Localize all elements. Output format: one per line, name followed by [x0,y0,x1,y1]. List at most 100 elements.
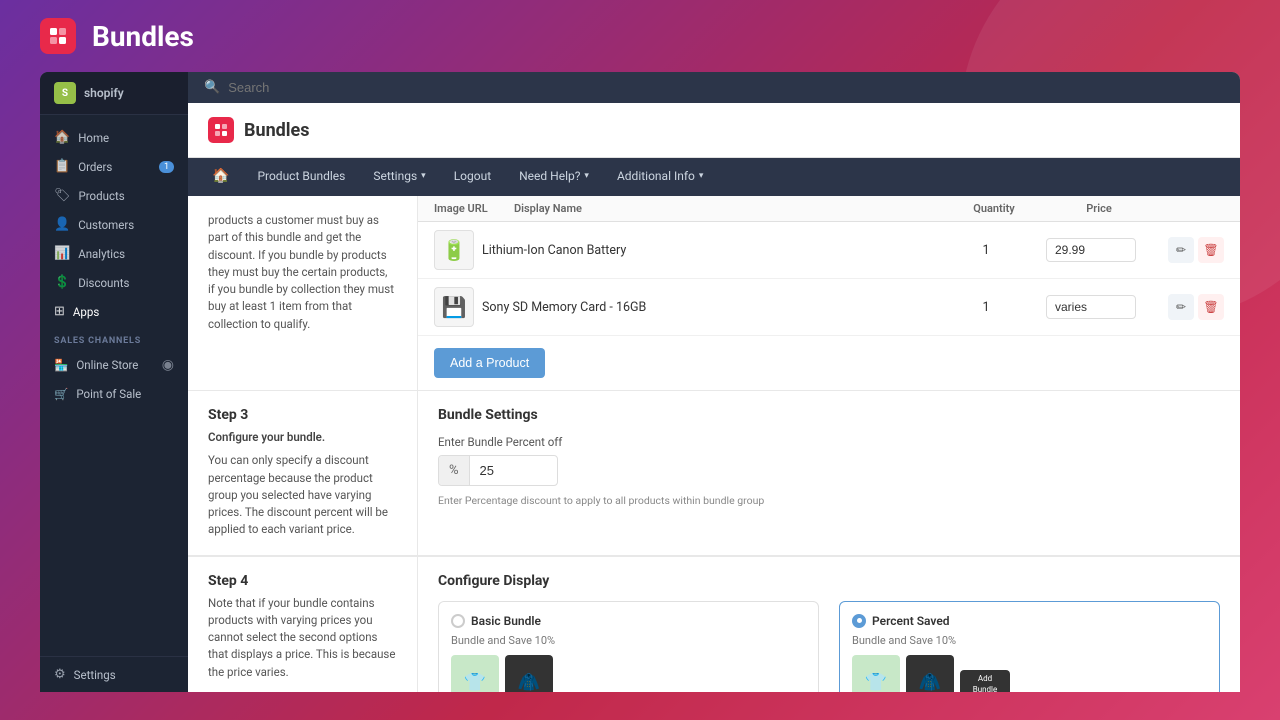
sidebar-item-orders[interactable]: 📋 Orders 1 [40,152,188,181]
app-title: Bundles [92,20,194,53]
price-input-2[interactable] [1046,295,1136,319]
step4-left: Step 4 Note that if your bundle contains… [188,557,418,693]
percent-saved-radio[interactable] [852,614,866,628]
sidebar-item-label: Apps [73,305,99,319]
products-table-header: Image URL Display Name Quantity Price [418,196,1240,222]
settings-icon: ⚙ [54,667,66,682]
bundle-settings-panel: Bundle Settings Enter Bundle Percent off… [418,391,1240,555]
step3-title: Step 3 [208,407,397,423]
pos-icon: 🛒 [54,387,68,401]
display-options: Basic Bundle Bundle and Save 10% 👕 + 🧥 [438,601,1220,693]
sidebar: S shopify 🏠 Home 📋 Orders 1 🏷 Products 👤… [40,72,188,692]
display-option-percent-saved[interactable]: Percent Saved Bundle and Save 10% 👕 + 🧥 … [839,601,1220,693]
price-input-1[interactable] [1046,238,1136,262]
online-store-icon: 🏪 [54,358,68,372]
configure-display-panel: Configure Display Basic Bundle Bundle an… [418,557,1240,693]
preview-product-3: 👕 + [852,655,900,693]
shopify-logo: S [54,82,76,104]
basic-bundle-radio-row: Basic Bundle [451,614,806,628]
tab-label: Settings [373,169,417,183]
configure-display-title: Configure Display [438,573,1220,589]
delete-button-2[interactable]: 🗑 [1198,294,1224,320]
step2-description: products a customer must buy as part of … [208,212,397,333]
col-header-actions [1164,202,1224,215]
step4-section: Step 4 Note that if your bundle contains… [188,556,1240,693]
sidebar-item-products[interactable]: 🏷 Products [40,181,188,210]
home-icon: 🏠 [54,130,70,145]
chevron-down-icon: ▾ [584,171,589,181]
step3-left: Step 3 Configure your bundle. You can on… [188,391,418,555]
percent-symbol: % [439,456,470,485]
sidebar-item-label: Orders [78,160,112,174]
sidebar-item-label: Home [78,131,109,145]
chevron-down-icon: ▾ [699,171,704,181]
sidebar-item-customers[interactable]: 👤 Customers [40,210,188,239]
col-header-qty: Quantity [954,202,1034,215]
shopify-header: S shopify [40,72,188,115]
sidebar-settings-item[interactable]: ⚙ Settings [40,656,188,692]
tab-additional-info[interactable]: Additional Info ▾ [603,159,717,195]
step2-section: products a customer must buy as part of … [188,196,1240,390]
sidebar-item-apps[interactable]: ⊞ Apps [40,297,188,326]
percent-value-input[interactable] [470,456,540,485]
settings-nav-item[interactable]: ⚙ Settings [54,667,174,682]
add-product-button[interactable]: Add a Product [434,348,545,378]
apps-icon: ⊞ [54,304,65,319]
display-option-basic[interactable]: Basic Bundle Bundle and Save 10% 👕 + 🧥 [438,601,819,693]
search-bar: 🔍 [188,72,1240,103]
tab-label: Logout [454,169,491,183]
nav-tabs: 🏠 Product Bundles Settings ▾ Logout Need… [188,158,1240,196]
eye-icon: ◉ [162,357,174,373]
app-logo-icon [40,18,76,54]
orders-badge: 1 [159,161,174,173]
delete-button-1[interactable]: 🗑 [1198,237,1224,263]
tab-product-bundles[interactable]: Product Bundles [243,159,359,195]
sidebar-item-label: Customers [78,218,134,232]
edit-button-2[interactable]: ✏ [1168,294,1194,320]
tab-home[interactable]: 🏠 [198,158,243,196]
sidebar-item-label: Settings [74,668,116,682]
sidebar-item-home[interactable]: 🏠 Home [40,123,188,152]
basic-bundle-radio[interactable] [451,614,465,628]
step2-left: products a customer must buy as part of … [188,196,418,390]
product-actions-1: ✏ 🗑 [1164,237,1224,263]
sidebar-item-pos[interactable]: 🛒 Point of Sale [40,380,188,408]
sidebar-item-online-store[interactable]: 🏪 Online Store ◉ [40,350,188,380]
product-name-2: Sony SD Memory Card - 16GB [474,300,946,315]
table-row: 💾 Sony SD Memory Card - 16GB 1 ✏ 🗑 [418,279,1240,336]
sidebar-item-label: Products [79,189,125,203]
bundles-page-header: Bundles [188,103,1240,158]
step3-section: Step 3 Configure your bundle. You can on… [188,391,1240,555]
analytics-icon: 📊 [54,246,70,261]
basic-bundle-label: Basic Bundle [471,614,541,628]
sidebar-item-label: Point of Sale [76,387,141,401]
sidebar-item-label: Online Store [76,358,138,372]
bundle-settings-title: Bundle Settings [438,407,1220,423]
col-header-image: Image URL [434,202,514,215]
percent-hint: Enter Percentage discount to apply to al… [438,494,1220,507]
customers-icon: 👤 [54,217,70,232]
product-actions-2: ✏ 🗑 [1164,294,1224,320]
tab-need-help[interactable]: Need Help? ▾ [505,159,603,195]
col-header-name: Display Name [514,202,954,215]
tab-logout[interactable]: Logout [440,159,505,195]
sidebar-item-label: Discounts [78,276,129,290]
percent-saved-subtitle: Bundle and Save 10% [852,634,1207,647]
search-input[interactable] [228,80,1224,95]
edit-button-1[interactable]: ✏ [1168,237,1194,263]
shopify-store-name: shopify [84,86,124,100]
tab-label: Additional Info [617,169,695,183]
step4-title: Step 4 [208,573,397,589]
add-bundle-preview-btn: Add Bundle Save 10% [960,670,1010,692]
preview-product-1: 👕 + [451,655,499,693]
preview-product-2: 🧥 [505,655,553,693]
bundles-logo-icon [208,117,234,143]
product-image-1: 🔋 [434,230,474,270]
sidebar-item-discounts[interactable]: 💲 Discounts [40,268,188,297]
percent-saved-label: Percent Saved [872,614,950,628]
step3-subtitle: Configure your bundle. [208,429,397,446]
bundles-page-title: Bundles [244,120,310,141]
sidebar-item-analytics[interactable]: 📊 Analytics [40,239,188,268]
tab-settings[interactable]: Settings ▾ [359,159,439,195]
product-image-2: 💾 [434,287,474,327]
